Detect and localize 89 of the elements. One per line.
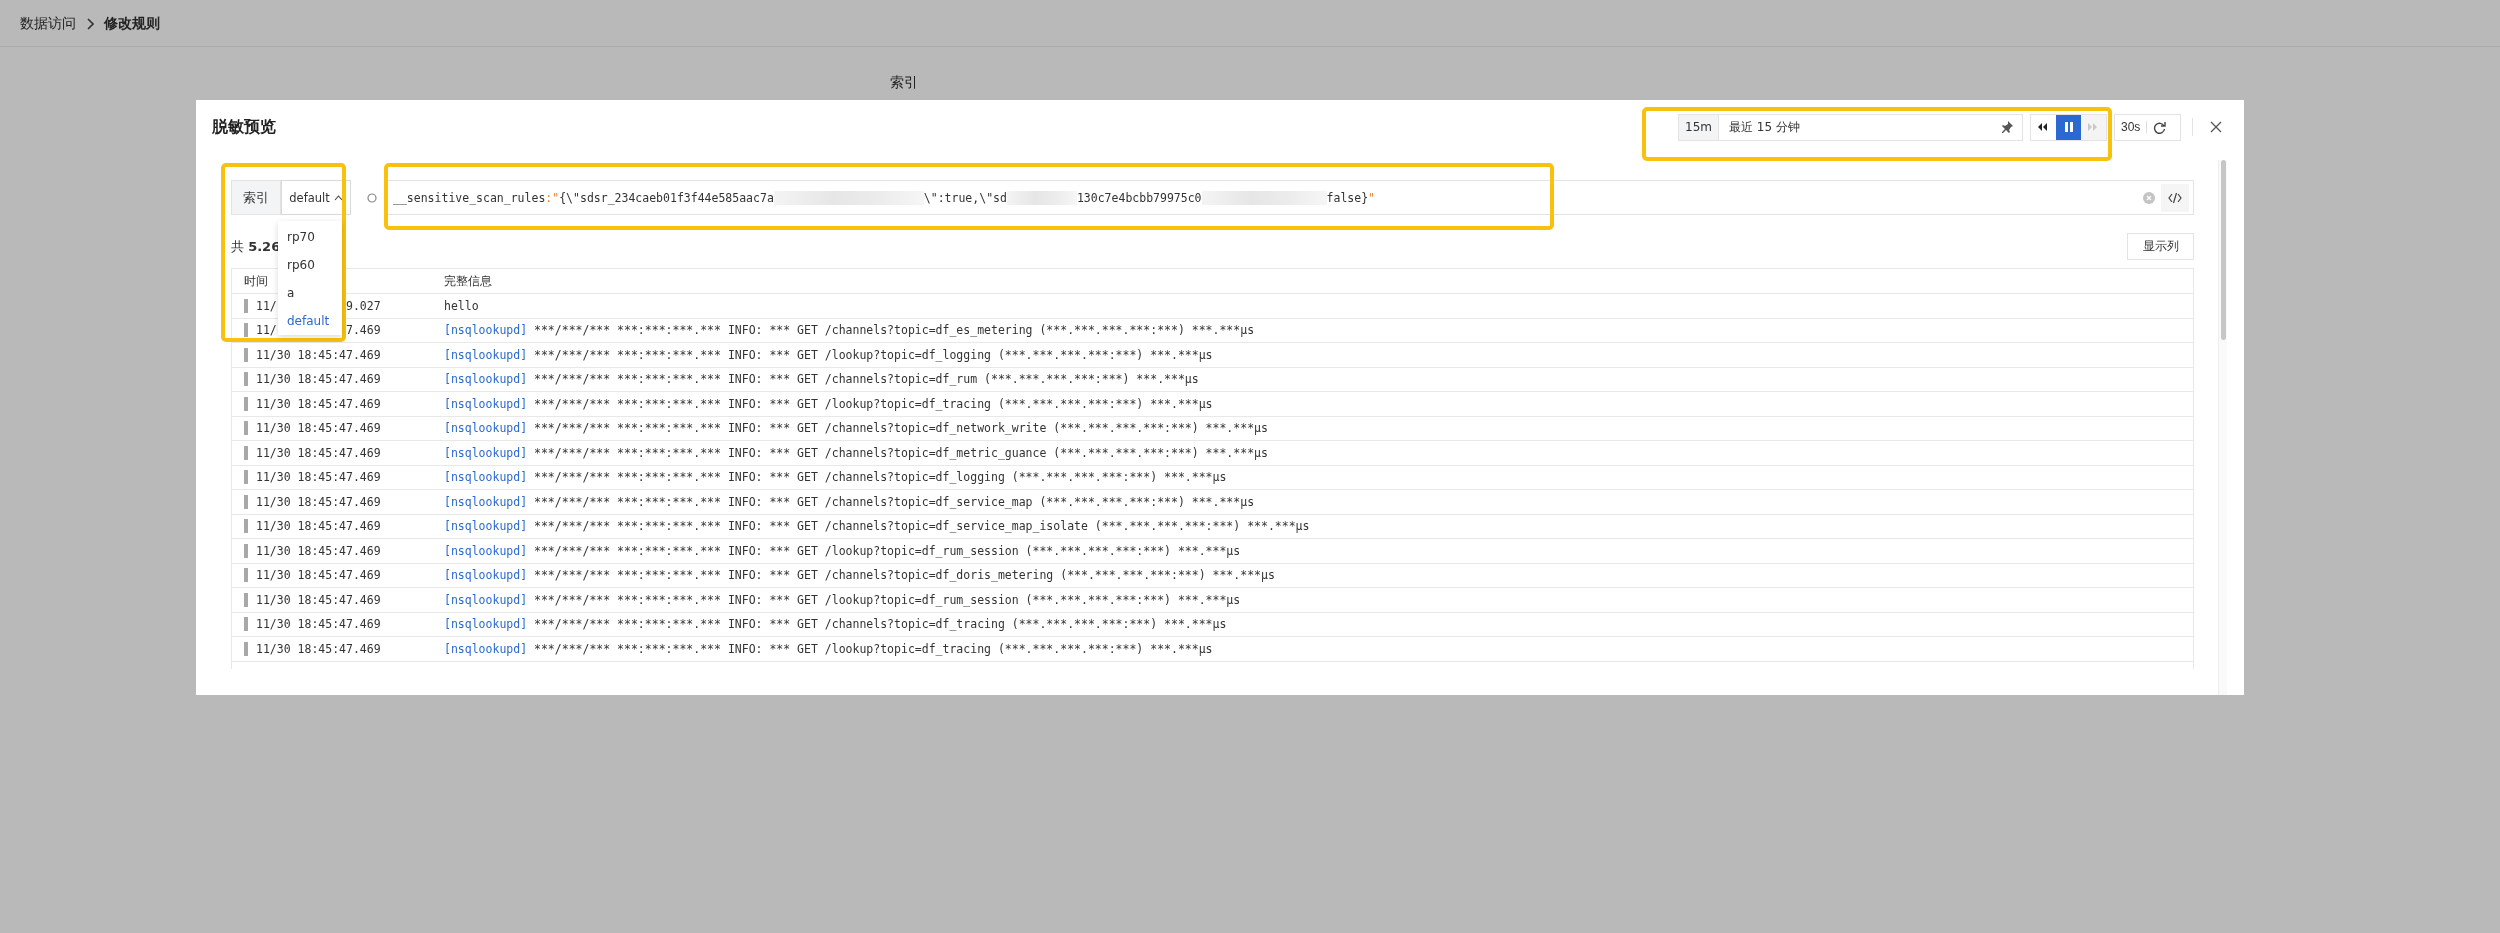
log-message: hello bbox=[444, 298, 479, 313]
status-marker bbox=[244, 347, 248, 362]
log-source: [nsqlookupd] bbox=[444, 323, 528, 338]
column-header[interactable]: 时间 bbox=[244, 272, 268, 290]
chevron-up-icon bbox=[333, 194, 343, 201]
log-source: [nsqlookupd] bbox=[444, 617, 528, 632]
show-columns-button[interactable]: 显示列 bbox=[2127, 233, 2194, 260]
result-count: 共 5.26 bbox=[231, 237, 281, 256]
log-message: ***/***/*** ***:***:***.*** INFO: *** GET /channels?topic=df_logging (***.***.***.***:***) ***.***µs bbox=[534, 470, 1227, 485]
index-select[interactable]: default bbox=[281, 180, 351, 215]
time-cell: 11/30 18:45:47.469 bbox=[256, 421, 381, 436]
time-cell: 11/30 18:45:47.469 bbox=[256, 641, 381, 656]
query-text: __sensitive_scan_rules:"{\"sdsr_234caeb01f3f44e585aac7a \":true,\"sd 130c7e4bcbb79975c0 false}" bbox=[393, 190, 1377, 205]
pin-icon[interactable] bbox=[2000, 120, 2014, 134]
breadcrumb-item[interactable]: 数据访问 bbox=[20, 14, 76, 33]
close-icon[interactable] bbox=[2210, 121, 2222, 133]
field-label: 索引 bbox=[890, 74, 918, 92]
log-source: [nsqlookupd] bbox=[444, 592, 528, 607]
status-marker bbox=[244, 372, 248, 387]
pause-button[interactable] bbox=[2056, 114, 2081, 140]
log-message: ***/***/*** ***:***:***.*** INFO: *** GET /channels?topic=df_doris_metering (***.***.***.***:***) ***.***µs bbox=[534, 568, 1275, 583]
log-source: [nsqlookupd] bbox=[444, 396, 528, 411]
dropdown-option[interactable]: rp60 bbox=[278, 251, 342, 279]
log-message: ***/***/*** ***:***:***.*** INFO: *** GET /channels?topic=df_es_metering (***.***.***.***:***) ***.***µs bbox=[534, 323, 1255, 338]
redaction-blur bbox=[1006, 190, 1077, 205]
status-marker bbox=[244, 421, 248, 436]
refresh-icon bbox=[2153, 120, 2167, 134]
status-marker bbox=[244, 470, 248, 485]
time-range-picker[interactable]: 15m 最近 15 分钟 bbox=[1678, 113, 2023, 141]
status-marker bbox=[244, 323, 248, 338]
log-message: ***/***/*** ***:***:***.*** INFO: *** GET /lookup?topic=df_rum_session (***.***.***.***:***) ***.***µs bbox=[534, 592, 1241, 607]
time-cell: 11/30 18:45:47.469 bbox=[256, 494, 381, 509]
time-cell: 9.027 bbox=[346, 298, 381, 313]
status-marker bbox=[244, 641, 248, 656]
time-cell: 11/ bbox=[256, 298, 277, 313]
code-icon bbox=[2168, 191, 2182, 204]
time-cell: 11/30 18:45:47.469 bbox=[256, 347, 381, 362]
log-source: [nsqlookupd] bbox=[444, 372, 528, 387]
log-message: ***/***/*** ***:***:***.*** INFO: *** GET /channels?topic=df_network_write (***.***.***.***:***) ***.***µs bbox=[534, 421, 1268, 436]
modal-title: 脱敏预览 bbox=[212, 116, 277, 138]
time-cell: 11/30 18:45:47.469 bbox=[256, 396, 381, 411]
index-label: 索引 bbox=[231, 180, 281, 215]
log-message: ***/***/*** ***:***:***.*** INFO: *** GET /channels?topic=df_service_map_isolate (***.***.***.***:***) ***.***µs bbox=[534, 519, 1310, 534]
time-cell: 11/30 18:45:47.469 bbox=[256, 592, 381, 607]
dropdown-option[interactable]: a bbox=[278, 279, 342, 307]
log-message: ***/***/*** ***:***:***.*** INFO: *** GET /channels?topic=df_service_map (***.***.***.***:***) ***.***µs bbox=[534, 494, 1255, 509]
status-marker bbox=[244, 396, 248, 411]
time-cell: 11/30 18:45:47.469 bbox=[256, 568, 381, 583]
time-cell: 11/30 18:45:47.469 bbox=[256, 543, 381, 558]
refresh-button[interactable]: 30s bbox=[2114, 113, 2181, 141]
log-source: [nsqlookupd] bbox=[444, 519, 528, 534]
status-marker bbox=[244, 568, 248, 583]
chevron-right-icon bbox=[86, 17, 94, 30]
dropdown-option[interactable]: default bbox=[278, 307, 342, 335]
log-message: ***/***/*** ***:***:***.*** INFO: *** GET /channels?topic=df_rum (***.***.***.***:***) ***.***µs bbox=[534, 372, 1199, 387]
time-cell: 11/30 18:45:47.469 bbox=[256, 372, 381, 387]
log-source: [nsqlookupd] bbox=[444, 641, 528, 656]
log-source: [nsqlookupd] bbox=[444, 445, 528, 460]
log-message: ***/***/*** ***:***:***.*** INFO: *** GET /channels?topic=df_tracing (***.***.***.***:***) ***.***µs bbox=[534, 617, 1227, 632]
column-header[interactable]: 完整信息 bbox=[444, 272, 492, 290]
status-marker bbox=[244, 445, 248, 460]
time-cell: 11/30 18:45:47.469 bbox=[256, 470, 381, 485]
log-source: [nsqlookupd] bbox=[444, 421, 528, 436]
scrollbar[interactable] bbox=[2218, 160, 2227, 695]
log-message: ***/***/*** ***:***:***.*** INFO: *** GET /lookup?topic=df_tracing (***.***.***.***:***) ***.***µs bbox=[534, 641, 1213, 656]
log-message: ***/***/*** ***:***:***.*** INFO: *** GET /channels?topic=df_metric_guance (***.***.***.***:***) ***.***µs bbox=[534, 445, 1268, 460]
status-marker bbox=[244, 298, 248, 313]
log-message: ***/***/*** ***:***:***.*** INFO: *** GET /lookup?topic=df_logging (***.***.***.***:***) ***.***µs bbox=[534, 347, 1213, 362]
status-marker bbox=[244, 519, 248, 534]
log-source: [nsqlookupd] bbox=[444, 543, 528, 558]
log-source: [nsqlookupd] bbox=[444, 568, 528, 583]
log-message: ***/***/*** ***:***:***.*** INFO: *** GET /lookup?topic=df_tracing (***.***.***.***:***) ***.***µs bbox=[534, 396, 1213, 411]
log-source: [nsqlookupd] bbox=[444, 494, 528, 509]
circle-icon[interactable] bbox=[367, 192, 377, 203]
time-cell: 11/30 18:45:47.469 bbox=[256, 519, 381, 534]
status-marker bbox=[244, 617, 248, 632]
breadcrumb-item: 修改规则 bbox=[104, 14, 160, 33]
code-button[interactable] bbox=[2161, 183, 2189, 212]
time-cell: 7.469 bbox=[346, 323, 381, 338]
time-cell: 11/30 18:45:47.469 bbox=[256, 617, 381, 632]
time-cell: 11/ bbox=[256, 323, 277, 338]
log-source: [nsqlookupd] bbox=[444, 470, 528, 485]
status-marker bbox=[244, 543, 248, 558]
log-message: ***/***/*** ***:***:***.*** INFO: *** GET /lookup?topic=df_rum_session (***.***.***.***:***) ***.***µs bbox=[534, 543, 1241, 558]
time-cell: 11/30 18:45:47.469 bbox=[256, 445, 381, 460]
status-marker bbox=[244, 494, 248, 509]
log-source: [nsqlookupd] bbox=[444, 347, 528, 362]
dropdown-option[interactable]: rp70 bbox=[278, 223, 342, 251]
status-marker bbox=[244, 592, 248, 607]
